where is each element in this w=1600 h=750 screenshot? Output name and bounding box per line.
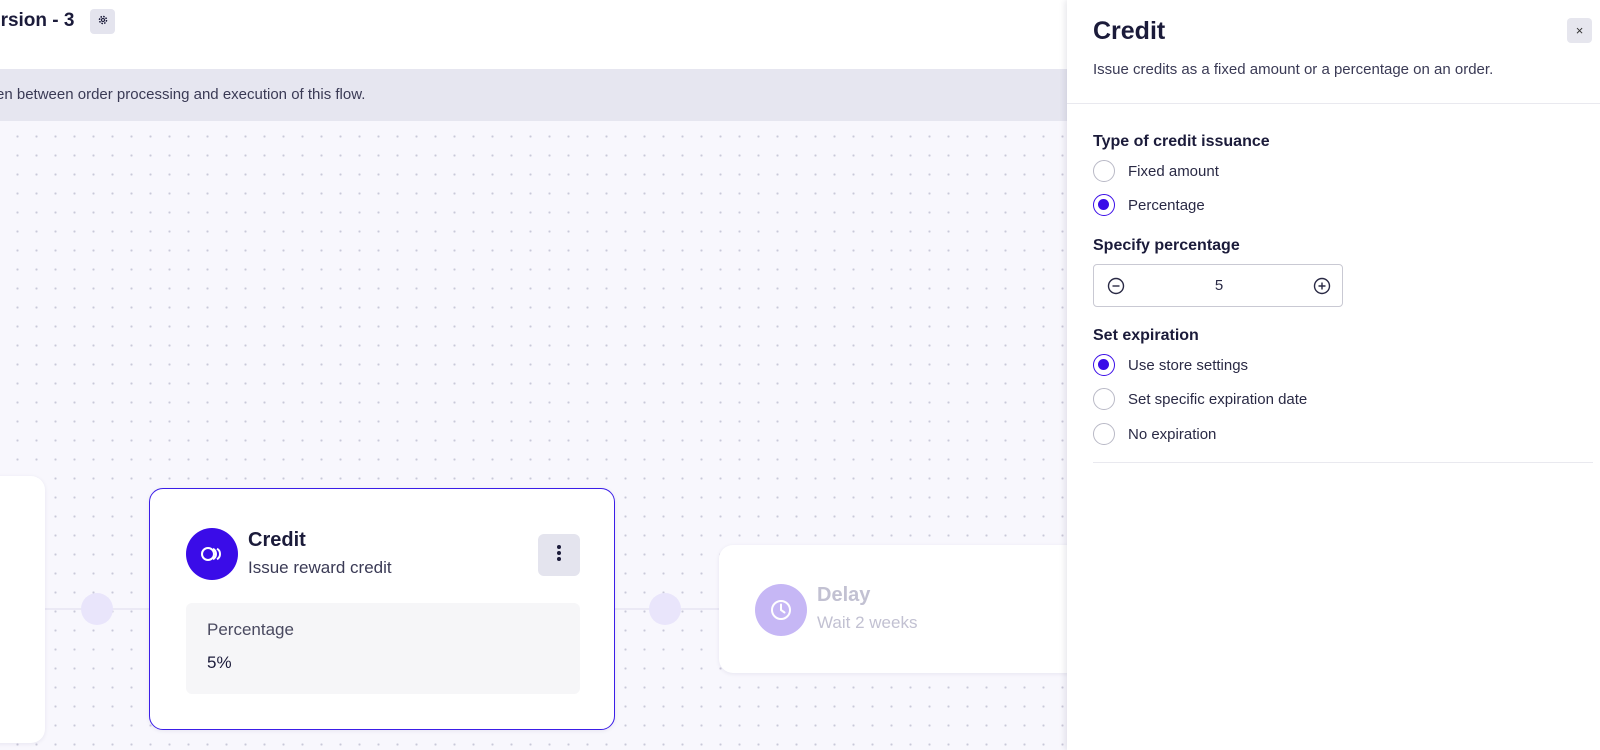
gear-icon <box>97 13 109 31</box>
credit-node-card[interactable]: Credit Issue reward credit Percentage 5% <box>149 488 615 730</box>
detail-value: 5% <box>207 653 232 672</box>
radio-button[interactable] <box>1093 388 1115 410</box>
radio-label: Percentage <box>1128 196 1205 214</box>
radio-no-expiration[interactable]: No expiration <box>1093 423 1216 445</box>
credit-icon <box>186 528 238 580</box>
delay-node-subtitle: Wait 2 weeks <box>817 613 918 632</box>
radio-button[interactable] <box>1093 423 1115 445</box>
banner-text: en between order processing and executio… <box>0 86 366 103</box>
delay-node-title: Delay <box>817 584 871 606</box>
percentage-label: Specify percentage <box>1093 237 1240 254</box>
node-menu-button[interactable] <box>538 534 580 576</box>
more-vertical-icon <box>556 544 562 567</box>
issuance-type-label: Type of credit issuance <box>1093 133 1270 150</box>
radio-label: Set specific expiration date <box>1128 390 1308 408</box>
previous-node-card[interactable] <box>0 476 45 743</box>
radio-label: No expiration <box>1128 425 1217 443</box>
divider <box>1067 103 1600 104</box>
percentage-value[interactable]: 5 <box>1154 277 1284 294</box>
panel-description: Issue credits as a fixed amount or a per… <box>1093 61 1494 78</box>
close-button[interactable]: × <box>1567 18 1592 43</box>
minus-circle-icon[interactable] <box>1106 276 1126 296</box>
radio-button[interactable] <box>1093 160 1115 182</box>
add-step-node[interactable] <box>649 593 681 625</box>
credit-settings-panel: Credit × Issue credits as a fixed amount… <box>1067 0 1600 750</box>
radio-specific-date[interactable]: Set specific expiration date <box>1093 388 1307 410</box>
radio-button[interactable] <box>1093 194 1115 216</box>
settings-button[interactable] <box>90 9 115 34</box>
divider <box>1093 462 1593 463</box>
credit-node-title: Credit <box>248 529 306 551</box>
credit-node-subtitle: Issue reward credit <box>248 558 392 577</box>
close-icon: × <box>1575 23 1584 38</box>
radio-label: Fixed amount <box>1128 162 1219 180</box>
plus-circle-icon[interactable] <box>1312 276 1332 296</box>
expiration-label: Set expiration <box>1093 327 1199 344</box>
detail-label: Percentage <box>207 620 294 639</box>
panel-title: Credit <box>1093 17 1166 45</box>
radio-label: Use store settings <box>1128 356 1249 374</box>
radio-use-store-settings[interactable]: Use store settings <box>1093 354 1248 376</box>
add-step-node[interactable] <box>81 593 113 625</box>
percentage-stepper[interactable]: 5 <box>1093 264 1343 307</box>
radio-percentage[interactable]: Percentage <box>1093 194 1205 216</box>
credit-detail-box: Percentage 5% <box>186 603 580 694</box>
radio-fixed-amount[interactable]: Fixed amount <box>1093 160 1219 182</box>
flow-title: ersion - 3 <box>0 10 75 31</box>
delay-node-card[interactable]: Delay Wait 2 weeks <box>719 545 1119 673</box>
radio-button[interactable] <box>1093 354 1115 376</box>
clock-icon <box>755 584 807 636</box>
